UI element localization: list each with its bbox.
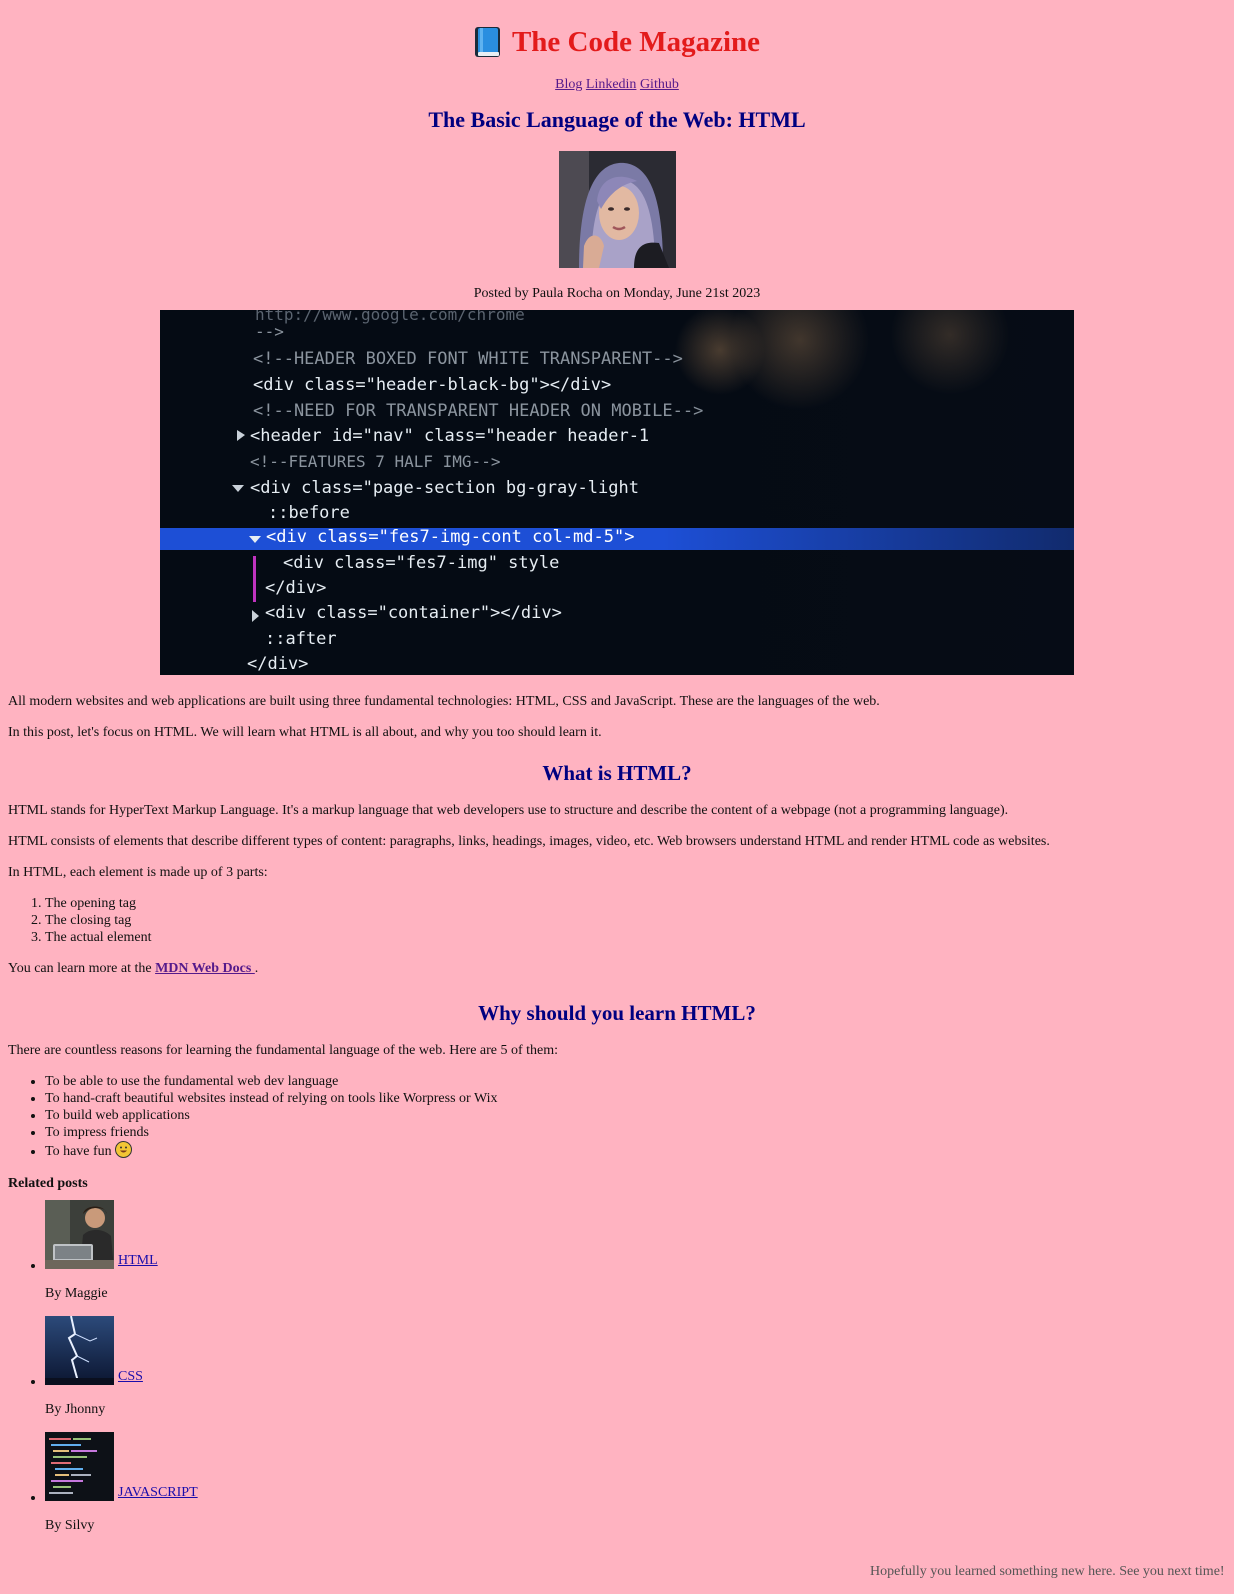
element-parts-list: The opening tag The closing tag The actu… (8, 895, 1226, 946)
learn-more-suffix: . (254, 961, 259, 976)
site-header: The Code Magazine Blog Linkedin Github T… (8, 0, 1226, 302)
section1-paragraph-3: In HTML, each element is made up of 3 pa… (8, 865, 268, 880)
nav-link-blog[interactable]: Blog (555, 77, 582, 92)
nav-link-github[interactable]: Github (640, 77, 679, 92)
section2-intro: There are countless reasons for learning… (8, 1043, 559, 1058)
related-post-link-css[interactable]: CSS (118, 1370, 143, 1384)
smiley-icon (115, 1141, 133, 1158)
list-item: The closing tag (45, 912, 1226, 929)
section-heading-what-is-html: What is HTML? (542, 761, 692, 785)
post-byline: Posted by Paula Rocha on Monday, June 21… (473, 286, 761, 301)
related-post-author: By Jhonny (45, 1402, 106, 1417)
related-post-author: By Silvy (45, 1518, 95, 1533)
learn-more-paragraph: You can learn more at the MDN Web Docs . (8, 961, 1226, 977)
list-item: To hand-craft beautiful websites instead… (45, 1090, 1226, 1107)
hero-image-wrap: http://www.google.com/chrome--><!--HEADE… (8, 310, 1226, 675)
related-post-thumbnail[interactable] (45, 1432, 114, 1501)
related-post-author: By Maggie (45, 1286, 108, 1301)
related-post-link-javascript[interactable]: JAVASCRIPT (118, 1486, 198, 1500)
list-item: To impress friends (45, 1124, 1226, 1141)
nav-link-linkedin[interactable]: Linkedin (586, 77, 637, 92)
list-item: To build web applications (45, 1107, 1226, 1124)
author-avatar (558, 151, 676, 268)
list-item: To be able to use the fundamental web de… (45, 1073, 1226, 1090)
main-nav: Blog Linkedin Github (8, 77, 1226, 93)
related-post-thumbnail[interactable] (45, 1315, 114, 1386)
site-title-text: The Code Magazine (511, 25, 761, 58)
list-item: The opening tag (45, 895, 1226, 912)
learn-more-prefix: You can learn more at the (8, 961, 156, 976)
related-post-thumbnail[interactable] (45, 1200, 114, 1269)
related-post-item: JAVASCRIPT By Silvy (45, 1432, 1226, 1534)
footer-note: Hopefully you learned something new here… (870, 1564, 1225, 1579)
hero-code-image: http://www.google.com/chrome--><!--HEADE… (160, 310, 1074, 675)
list-item: To have fun (45, 1141, 1226, 1160)
site-title: The Code Magazine (8, 0, 1226, 62)
intro-paragraph-1: All modern websites and web applications… (8, 694, 880, 709)
section-heading-why-learn-html: Why should you learn HTML? (478, 1001, 756, 1025)
related-posts-title: Related posts (8, 1176, 88, 1191)
section1-paragraph-2: HTML consists of elements that describe … (8, 834, 1050, 849)
related-post-link-html[interactable]: HTML (118, 1254, 158, 1268)
book-icon (474, 26, 502, 58)
related-post-item: CSS By Jhonny (45, 1315, 1226, 1418)
related-posts-list: HTML By Maggie (8, 1200, 1226, 1534)
author-avatar-wrap (8, 151, 1226, 268)
related-post-item: HTML By Maggie (45, 1200, 1226, 1302)
section1-paragraph-1: HTML stands for HyperText Markup Languag… (8, 803, 1009, 818)
reasons-list: To be able to use the fundamental web de… (8, 1073, 1226, 1160)
mdn-web-docs-link[interactable]: MDN Web Docs (155, 961, 255, 976)
page: The Code Magazine Blog Linkedin Github T… (0, 0, 1234, 1534)
list-item: The actual element (45, 929, 1226, 946)
intro-paragraph-2: In this post, let's focus on HTML. We wi… (8, 725, 602, 740)
post-title: The Basic Language of the Web: HTML (428, 107, 806, 132)
reason-text: To have fun (45, 1144, 112, 1159)
